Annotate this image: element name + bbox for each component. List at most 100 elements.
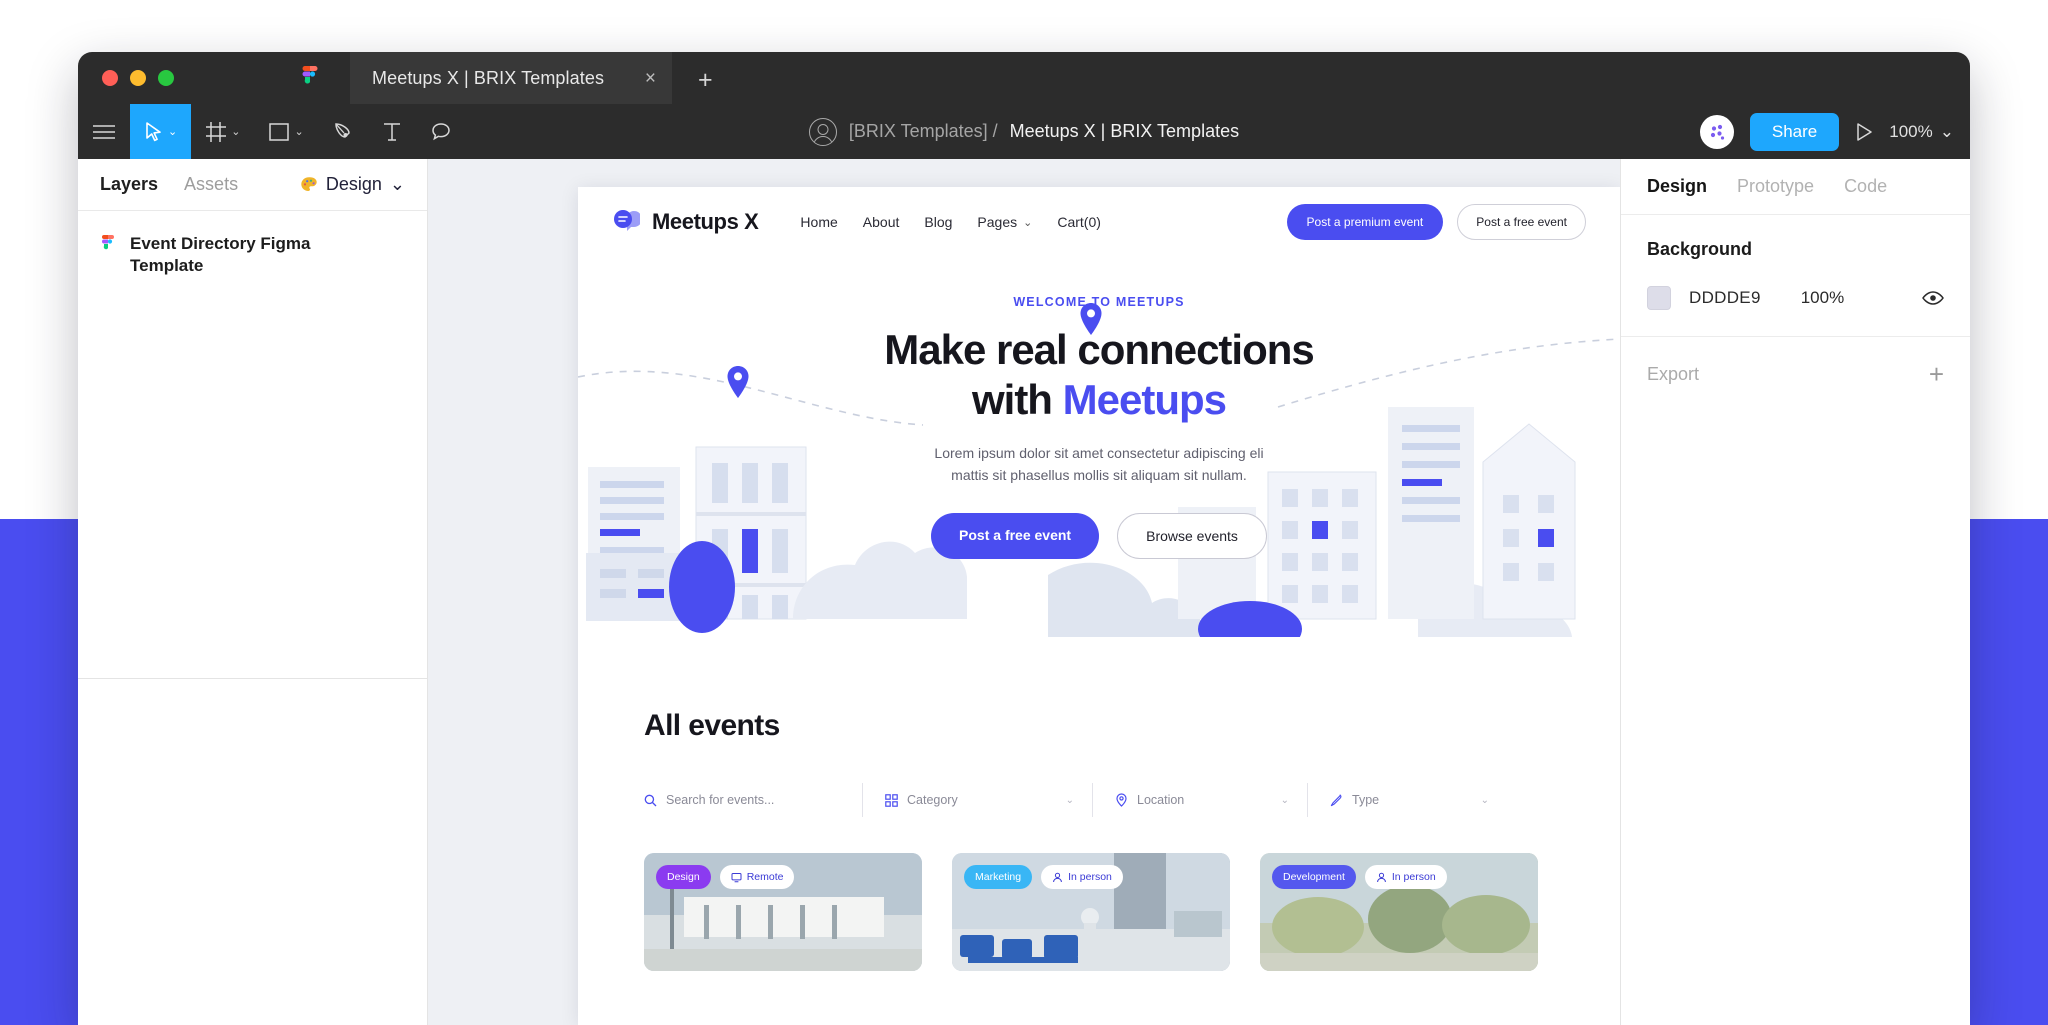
breadcrumb-file[interactable]: Meetups X | BRIX Templates xyxy=(1010,121,1239,142)
background-fill-row: DDDDE9 100% xyxy=(1647,286,1944,310)
maximize-window-button[interactable] xyxy=(158,70,174,86)
all-events-title: All events xyxy=(644,709,780,742)
nav-link-pages-label: Pages xyxy=(977,214,1018,230)
event-card-image: Design Remote xyxy=(644,853,922,971)
nav-link-cart-label: Cart(0) xyxy=(1057,214,1101,230)
event-card[interactable]: Design Remote xyxy=(644,853,922,971)
background-hex-value[interactable]: DDDDE9 xyxy=(1689,288,1761,308)
design-canvas[interactable]: Meetups X Home About Blog Pages ⌄ Cart(0… xyxy=(428,159,1620,1025)
comment-tool-button[interactable] xyxy=(416,104,466,159)
hero-post-free-event-button[interactable]: Post a free event xyxy=(931,512,1100,559)
category-filter[interactable]: Category ⌄ xyxy=(862,783,1092,817)
layer-item[interactable]: Event Directory Figma Template xyxy=(78,211,427,277)
nav-link-cart[interactable]: Cart(0) xyxy=(1057,214,1101,230)
figma-toolbar: ⌄ ⌄ ⌄ [BRIX Templates] / Meetups X | BRI… xyxy=(78,104,1970,159)
event-card-badges: Design Remote xyxy=(656,865,795,889)
play-present-icon[interactable] xyxy=(1855,122,1873,142)
location-pin-icon xyxy=(1115,793,1128,807)
multiplayer-avatar-icon[interactable] xyxy=(1699,114,1734,149)
pen-tool-button[interactable] xyxy=(318,104,368,159)
hero-subtext-line1: Lorem ipsum dolor sit amet consectetur a… xyxy=(934,445,1264,462)
comment-bubble-icon xyxy=(430,121,452,143)
minimize-window-button[interactable] xyxy=(130,70,146,86)
file-tab[interactable]: Meetups X | BRIX Templates × xyxy=(350,52,672,104)
tab-layers[interactable]: Layers xyxy=(100,174,158,195)
nav-link-home[interactable]: Home xyxy=(800,214,837,230)
event-mode-badge: In person xyxy=(1041,865,1123,889)
left-sidebar: Layers Assets Design ⌄ Event Directory F… xyxy=(78,159,428,1025)
frame-tool-caret[interactable]: ⌄ xyxy=(231,125,240,138)
close-window-button[interactable] xyxy=(102,70,118,86)
site-brand[interactable]: Meetups X xyxy=(612,209,759,235)
event-category-badge: Design xyxy=(656,865,711,889)
move-tool-button[interactable]: ⌄ xyxy=(130,104,192,159)
monitor-icon xyxy=(731,872,742,883)
grid-category-icon xyxy=(885,793,898,807)
nav-link-blog-label: Blog xyxy=(924,214,953,230)
search-input-placeholder: Search for events... xyxy=(666,793,775,807)
cursor-arrow-icon xyxy=(144,121,164,143)
location-filter-label: Location xyxy=(1137,793,1185,807)
text-t-icon xyxy=(382,121,402,143)
new-tab-button[interactable]: + xyxy=(698,66,713,95)
type-filter[interactable]: Type ⌄ xyxy=(1307,783,1507,817)
move-tool-caret[interactable]: ⌄ xyxy=(168,125,177,138)
nav-link-about[interactable]: About xyxy=(863,214,900,230)
hero-browse-events-button[interactable]: Browse events xyxy=(1117,512,1267,559)
event-card[interactable]: Development In person xyxy=(1260,853,1538,971)
pen-nib-icon xyxy=(332,121,354,143)
post-free-event-button-nav[interactable]: Post a free event xyxy=(1457,204,1586,240)
close-tab-icon[interactable]: × xyxy=(645,69,656,88)
plus-icon[interactable]: + xyxy=(1929,361,1944,387)
share-button[interactable]: Share xyxy=(1749,112,1840,151)
post-premium-event-button[interactable]: Post a premium event xyxy=(1286,204,1444,240)
left-sidebar-divider xyxy=(78,678,427,679)
site-brand-name: Meetups X xyxy=(652,209,759,234)
main-menu-button[interactable] xyxy=(78,104,130,159)
hero-heading-line2-accent: Meetups xyxy=(1062,375,1227,423)
nav-link-pages[interactable]: Pages ⌄ xyxy=(977,214,1032,230)
hero-section: WELCOME TO MEETUPS Make real connections… xyxy=(578,257,1620,637)
event-card-badges: Marketing In person xyxy=(964,865,1123,889)
background-opacity-value[interactable]: 100% xyxy=(1801,288,1844,308)
breadcrumb-team[interactable]: [BRIX Templates] / xyxy=(849,121,998,142)
background-color-swatch[interactable] xyxy=(1647,286,1671,310)
toolbar-right-group: Share 100% ⌄ xyxy=(1699,104,1954,159)
event-card-list: Design Remote Marketing In person Develo… xyxy=(644,853,1554,971)
chevron-down-icon: ⌄ xyxy=(389,174,405,194)
chevron-down-icon: ⌄ xyxy=(1939,121,1954,141)
hero-subtext-line2: mattis sit phasellus mollis sit aliquam … xyxy=(951,467,1247,484)
shape-tool-button[interactable]: ⌄ xyxy=(254,104,317,159)
tab-prototype[interactable]: Prototype xyxy=(1737,176,1814,197)
design-dropdown[interactable]: Design ⌄ xyxy=(300,174,405,195)
export-section: Export + xyxy=(1621,337,1970,411)
event-filters: Search for events... Category ⌄ Location… xyxy=(644,783,1554,817)
background-section-title: Background xyxy=(1647,239,1753,259)
tab-design[interactable]: Design xyxy=(1647,176,1707,197)
pencil-type-icon xyxy=(1330,793,1343,807)
zoom-level-control[interactable]: 100% ⌄ xyxy=(1889,122,1954,142)
decorative-blue-band-left xyxy=(0,519,80,1025)
right-sidebar-tabs: Design Prototype Code xyxy=(1621,159,1970,215)
chevron-down-icon: ⌄ xyxy=(1023,216,1033,229)
tab-assets[interactable]: Assets xyxy=(184,174,238,195)
frame-tool-button[interactable]: ⌄ xyxy=(191,104,254,159)
tab-code[interactable]: Code xyxy=(1844,176,1887,197)
event-card-image: Marketing In person xyxy=(952,853,1230,971)
map-pin-icon xyxy=(727,366,749,398)
all-events-section: All events Search for events... Category… xyxy=(578,709,1620,971)
palette-icon xyxy=(300,176,318,194)
shape-tool-caret[interactable]: ⌄ xyxy=(294,125,303,138)
type-filter-label: Type xyxy=(1352,793,1380,807)
figma-window: Meetups X | BRIX Templates × + ⌄ ⌄ ⌄ [BR… xyxy=(78,52,1970,1025)
search-input[interactable]: Search for events... xyxy=(644,783,862,817)
nav-link-blog[interactable]: Blog xyxy=(924,214,952,230)
hamburger-menu-icon xyxy=(92,123,116,141)
event-mode-label: In person xyxy=(1391,871,1436,883)
location-filter[interactable]: Location ⌄ xyxy=(1092,783,1307,817)
eye-icon[interactable] xyxy=(1922,290,1944,306)
design-dropdown-label: Design xyxy=(325,174,382,194)
text-tool-button[interactable] xyxy=(368,104,416,159)
event-card[interactable]: Marketing In person xyxy=(952,853,1230,971)
site-navbar: Meetups X Home About Blog Pages ⌄ Cart(0… xyxy=(578,187,1620,257)
